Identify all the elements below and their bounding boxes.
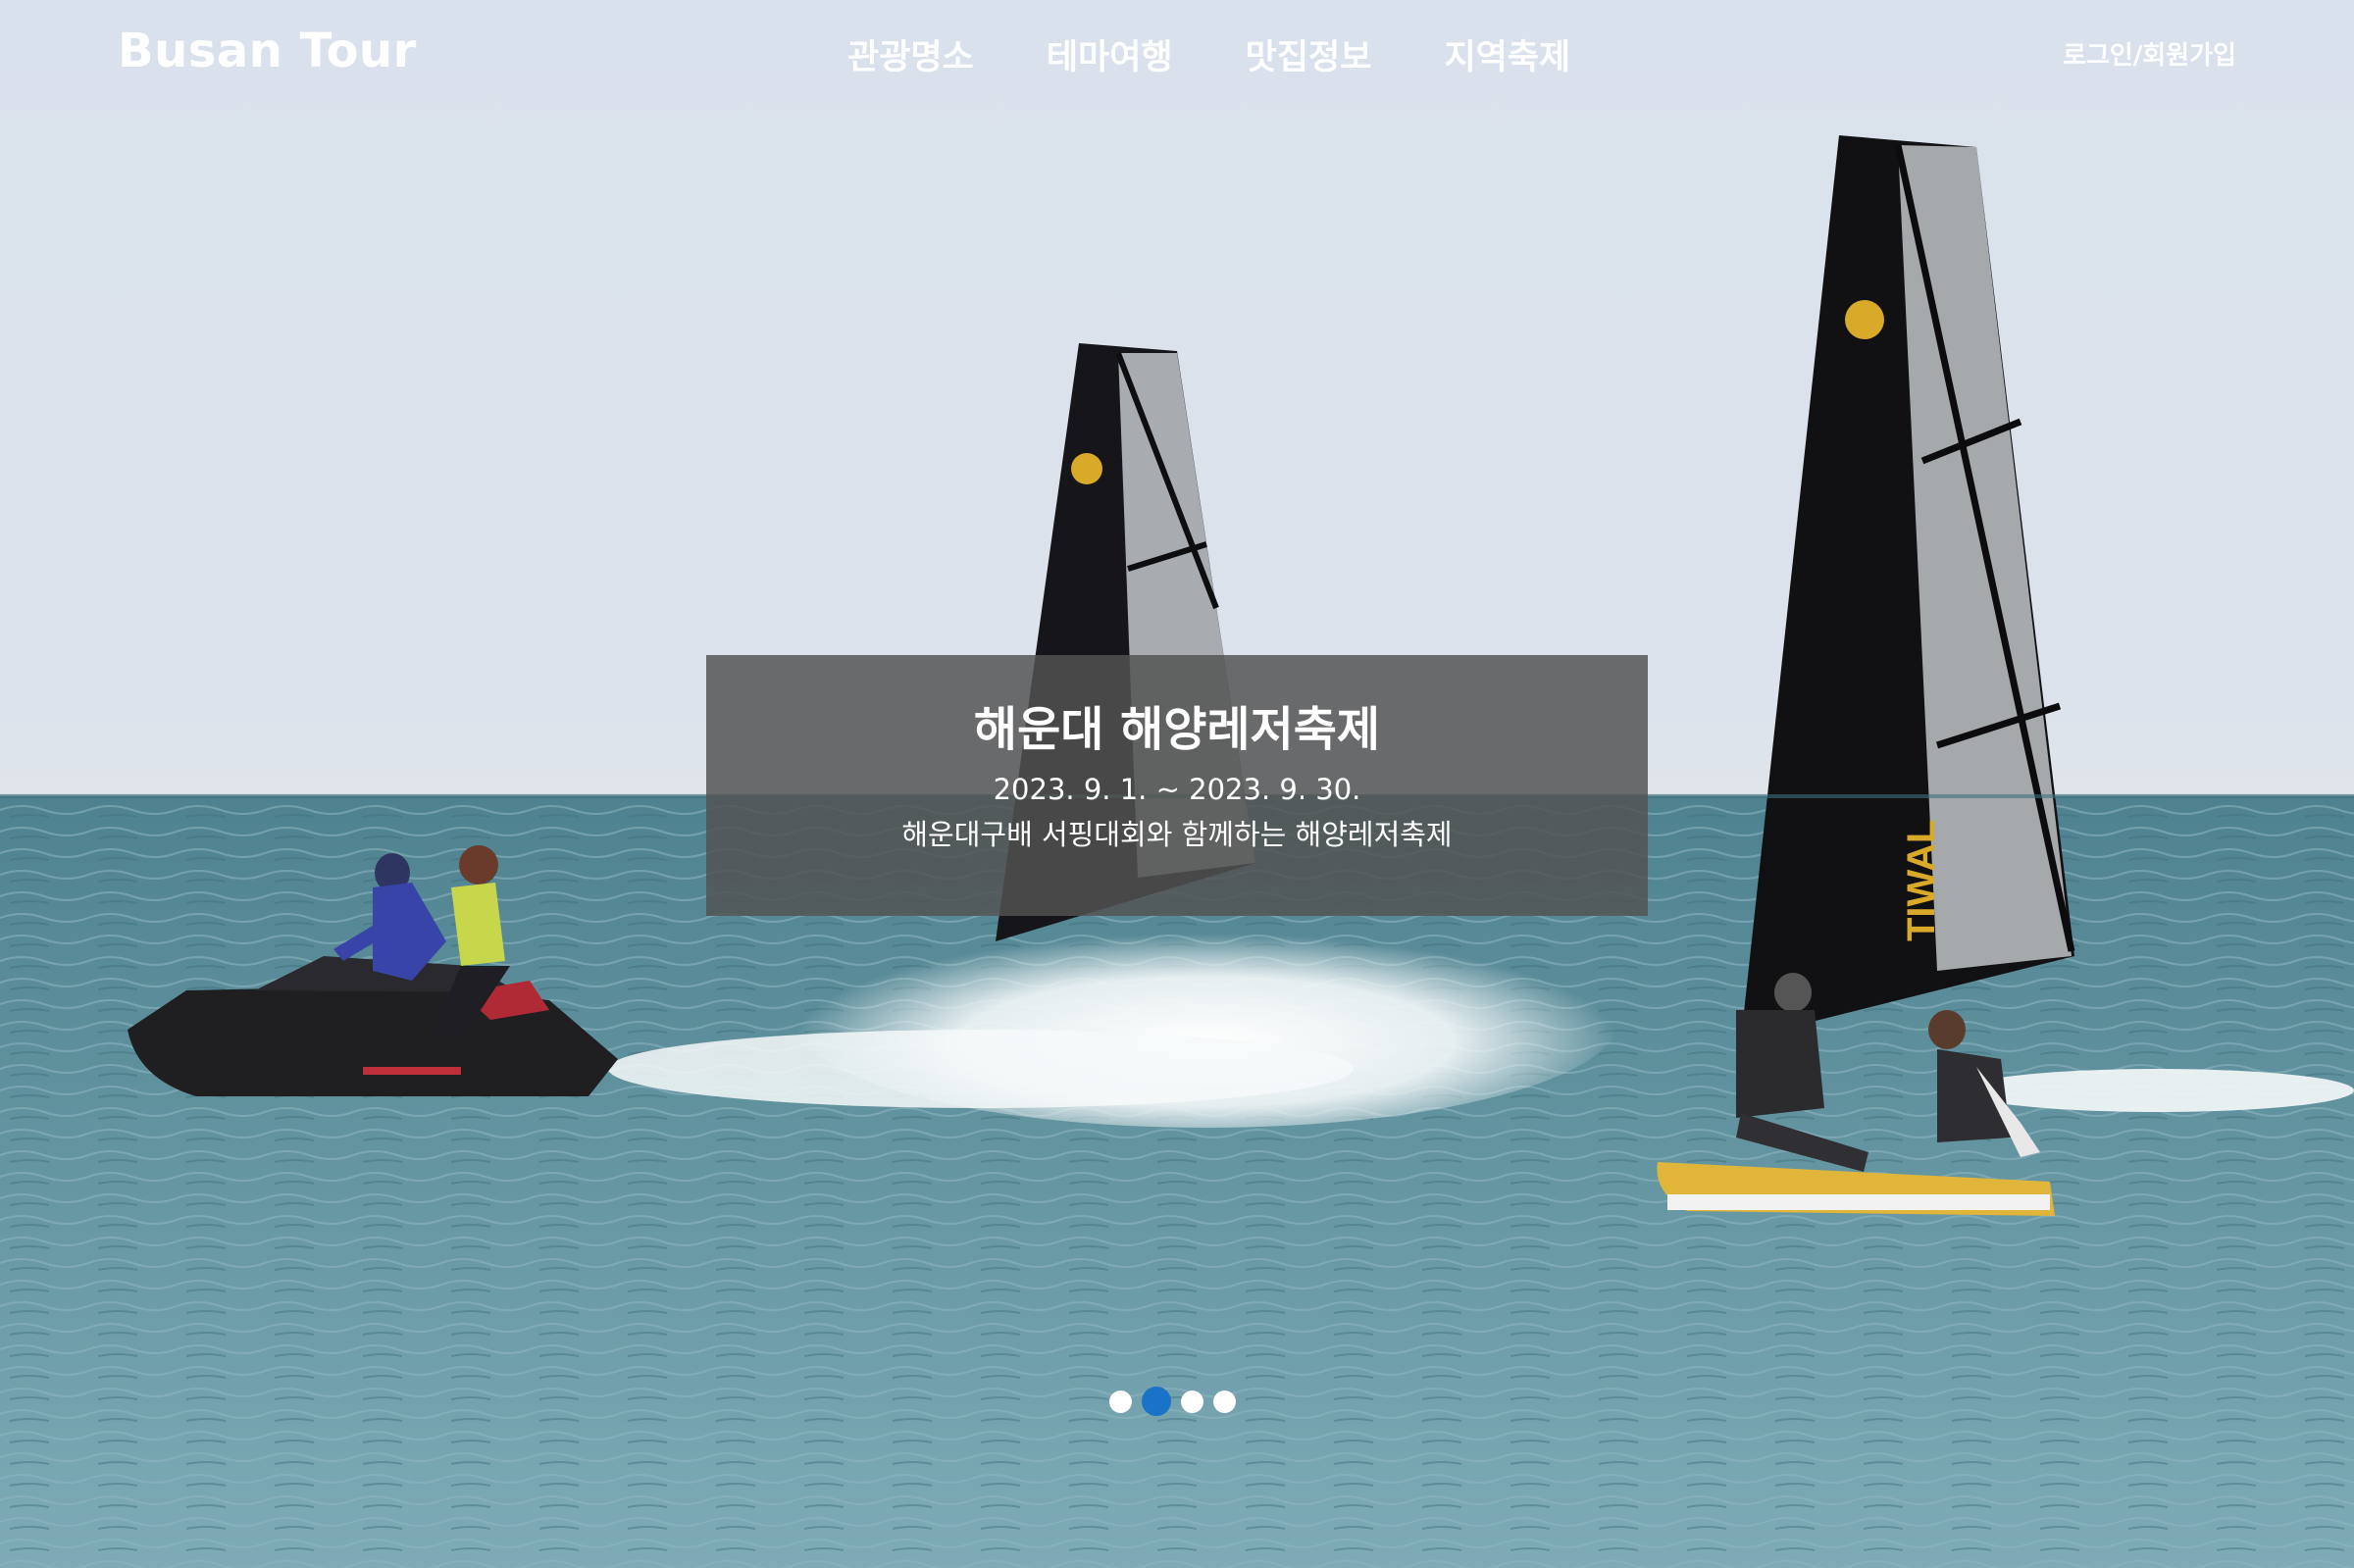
carousel-dot-1[interactable]	[1109, 1390, 1132, 1413]
login-signup-link[interactable]: 로그인/회원가입	[2063, 35, 2236, 72]
slide-title: 해운대 해양레저축제	[973, 702, 1381, 757]
carousel-dot-2[interactable]	[1142, 1387, 1171, 1416]
slide-description: 해운대구배 서핑대회와 함께하는 해양레저축제	[901, 818, 1453, 852]
carousel-dot-3[interactable]	[1181, 1390, 1203, 1413]
nav-item-festivals[interactable]: 지역축제	[1444, 29, 1570, 79]
slide-caption[interactable]: 해운대 해양레저축제 2023. 9. 1. ~ 2023. 9. 30. 해운…	[706, 655, 1648, 916]
nav-item-attractions[interactable]: 관광명소	[847, 29, 974, 79]
site-logo[interactable]: Busan Tour	[118, 24, 417, 78]
site-header: Busan Tour 관광명소 테마여행 맛집정보 지역축제 로그인/회원가입	[0, 0, 2354, 108]
main-nav: 관광명소 테마여행 맛집정보 지역축제	[847, 29, 1570, 79]
nav-item-restaurants[interactable]: 맛집정보	[1246, 29, 1372, 79]
carousel-dot-4[interactable]	[1213, 1390, 1236, 1413]
carousel-pagination	[1109, 1387, 1236, 1416]
sail-brand-text: TIWAL	[1900, 820, 1943, 941]
slide-date: 2023. 9. 1. ~ 2023. 9. 30.	[993, 772, 1361, 806]
nav-item-theme-travel[interactable]: 테마여행	[1047, 29, 1173, 79]
hero-carousel: TIWAL Busan Tour 관광명소 테마여행 맛집정보 지역축제 로그인…	[0, 0, 2354, 1568]
